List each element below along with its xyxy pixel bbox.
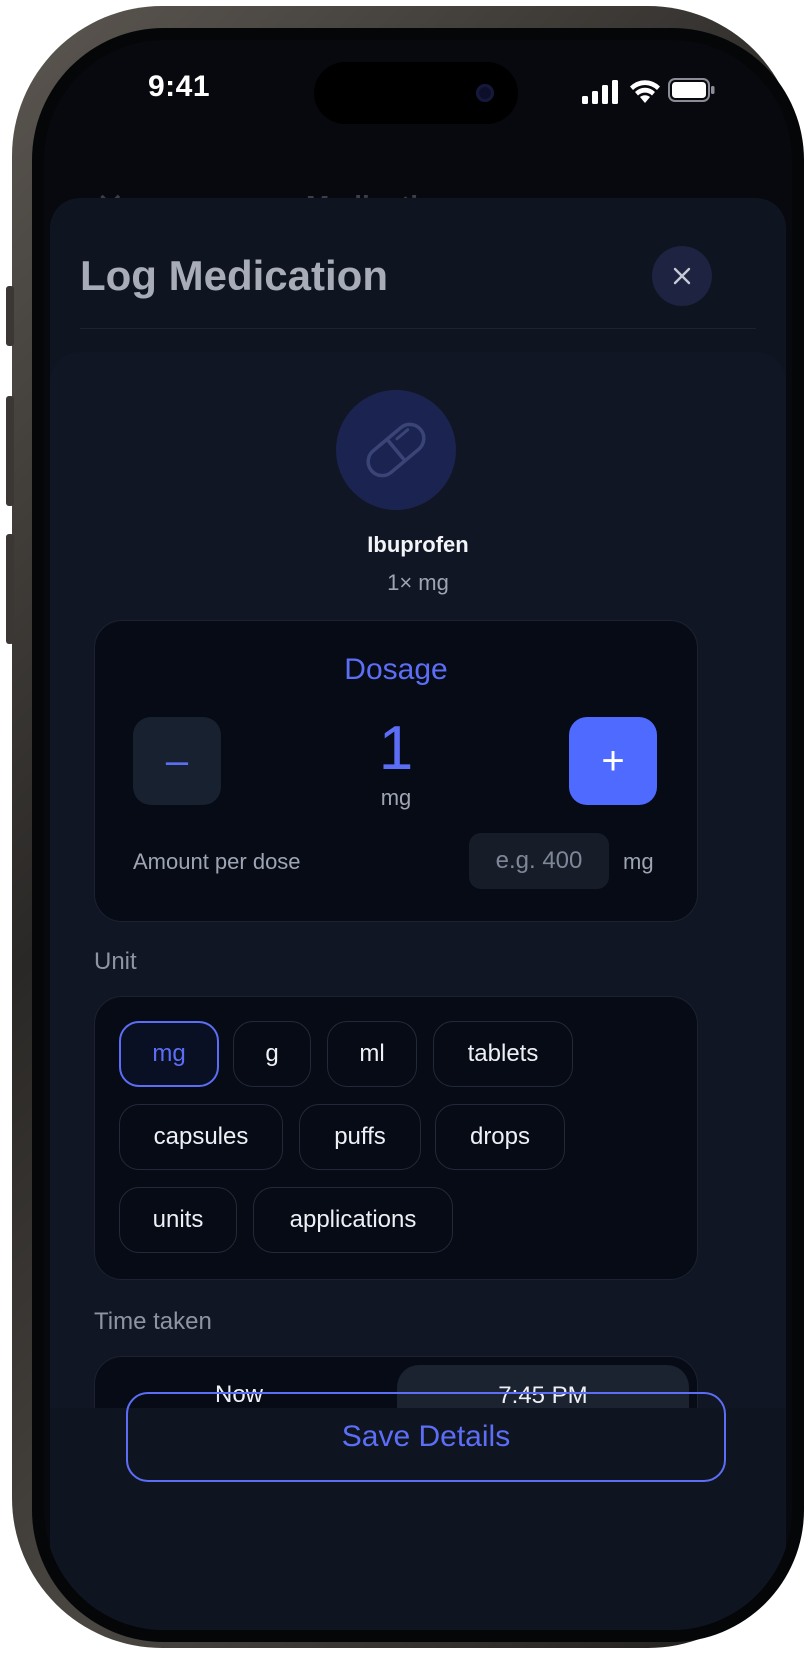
close-icon [673,267,691,285]
amount-per-dose-label: Amount per dose [133,849,301,874]
camera-icon [476,84,494,102]
close-button[interactable] [652,246,712,306]
unit-chip-group: mg g ml tablets capsules puffs drops uni… [94,996,698,1280]
dosage-card: Dosage – 1 mg + Amount per dose mg [94,620,698,922]
unit-section-label: Unit [94,948,137,975]
medication-subtitle: 1× mg [387,570,449,595]
sheet-title: Log Medication [80,252,388,299]
time-taken-label: Time taken [94,1308,212,1335]
unit-chip-puffs[interactable]: puffs [299,1104,421,1170]
volume-down-button [6,534,14,644]
unit-chip-ml[interactable]: ml [327,1021,417,1087]
unit-chip-tablets[interactable]: tablets [433,1021,573,1087]
header-divider [80,328,756,329]
status-bar: 9:41 [44,40,792,160]
battery-icon [668,78,715,102]
phone-frame: 9:41 ✕ Medications Lo [6,6,804,1648]
save-details-button[interactable]: Save Details [126,1392,726,1482]
amount-per-dose-input[interactable] [469,833,609,889]
pill-icon [366,422,426,478]
medication-avatar [336,390,456,510]
cellular-signal-icon [582,80,618,104]
wifi-icon [630,80,660,103]
unit-chip-mg[interactable]: mg [119,1021,219,1087]
unit-chip-applications[interactable]: applications [253,1187,453,1253]
unit-chip-drops[interactable]: drops [435,1104,565,1170]
volume-up-button [6,396,14,506]
unit-chip-g[interactable]: g [233,1021,311,1087]
home-indicator [298,1598,538,1606]
unit-chip-units[interactable]: units [119,1187,237,1253]
screen: 9:41 ✕ Medications Lo [44,40,792,1630]
dynamic-island [314,62,518,124]
content-card: Ibuprofen 1× mg Dosage – 1 mg + Amount p… [50,352,786,1452]
medication-name: Ibuprofen [367,532,469,557]
dosage-title: Dosage [344,653,448,686]
amount-unit-label: mg [623,849,654,874]
increase-dose-button[interactable]: + [569,717,657,805]
action-button [6,286,14,346]
status-time: 9:41 [148,70,211,103]
unit-chip-capsules[interactable]: capsules [119,1104,283,1170]
